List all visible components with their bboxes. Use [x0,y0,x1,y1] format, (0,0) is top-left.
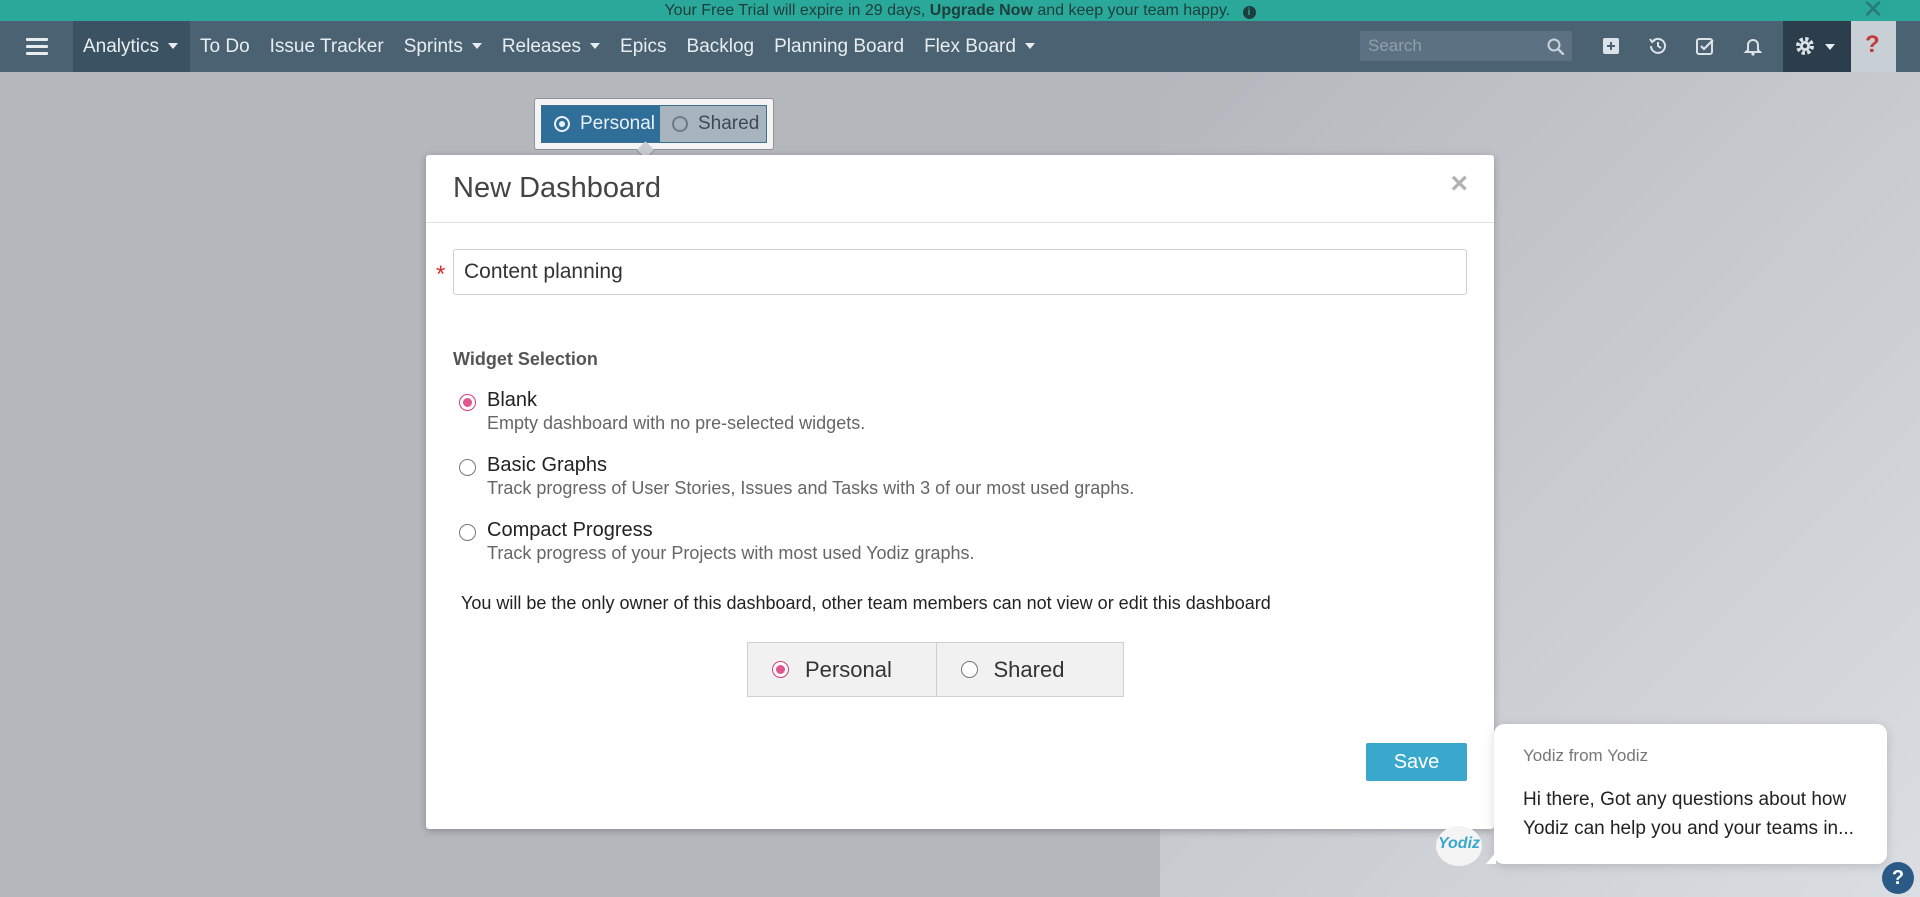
history-icon[interactable] [1647,35,1669,57]
chat-message-card[interactable]: Yodiz from Yodiz Hi there, Got any quest… [1486,724,1887,864]
chat-message: Hi there, Got any questions about how Yo… [1523,789,1854,839]
trial-banner-prefix: Your Free Trial will expire in 29 days, [664,2,926,19]
nav-item-planning-board[interactable]: Planning Board [764,21,914,72]
visibility-option-shared[interactable]: Shared [660,106,766,142]
share-option-shared[interactable]: Shared [935,643,1124,696]
widget-selection-heading: Widget Selection [453,349,598,369]
info-icon[interactable]: i [1242,6,1256,19]
help-icon: ? [1865,31,1880,58]
save-button[interactable]: Save [1366,743,1467,781]
nav-item-flex-board[interactable]: Flex Board [914,21,1045,72]
chevron-down-icon [1825,44,1835,50]
radio-checked-icon [772,661,789,678]
visibility-option-label: Personal [580,113,655,134]
upgrade-now-link[interactable]: Upgrade Now [930,2,1033,19]
share-toggle: Personal Shared [747,642,1124,697]
gear-icon [1796,37,1814,55]
settings-menu[interactable] [1783,21,1851,72]
dashboard-name-input[interactable] [453,249,1467,295]
trial-banner: Your Free Trial will expire in 29 days, … [0,0,1920,21]
modal-header: New Dashboard × [426,155,1494,223]
widget-option-desc: Empty dashboard with no pre-selected wid… [487,413,866,433]
banner-close-icon[interactable]: ✕ [1862,0,1884,22]
visibility-option-personal[interactable]: Personal [542,106,660,142]
nav-item-epics[interactable]: Epics [610,21,676,72]
nav-item-label: To Do [200,36,250,57]
nav-item-analytics[interactable]: Analytics [73,21,190,72]
search-input[interactable] [1360,31,1540,61]
visibility-toggle: Personal Shared [541,105,767,143]
nav-search [1360,31,1572,61]
share-option-personal[interactable]: Personal [748,643,936,696]
radio-unchecked-icon [672,116,688,132]
chevron-down-icon [168,43,179,49]
add-icon[interactable] [1600,35,1622,57]
help-fab-icon[interactable]: ? [1882,862,1914,894]
nav-item-label: Issue Tracker [269,36,384,57]
widget-option-label: Compact Progress [487,519,653,541]
nav-item-label: Sprints [403,36,463,57]
share-option-label: Personal [805,656,892,682]
radio-checked-icon [554,116,570,132]
nav-item-label: Analytics [83,36,160,57]
nav-item-label: Backlog [686,36,755,57]
modal-title: New Dashboard [453,172,661,204]
bell-icon[interactable] [1742,35,1764,57]
nav-item-issue-tracker[interactable]: Issue Tracker [260,21,394,72]
nav-item-label: Planning Board [774,36,905,57]
radio-unchecked-icon[interactable] [459,459,476,476]
nav-item-releases[interactable]: Releases [492,21,610,72]
widget-option-desc: Track progress of User Stories, Issues a… [487,478,1135,498]
yodiz-logo: Yodiz [1437,835,1481,852]
nav-item-backlog[interactable]: Backlog [677,21,765,72]
radio-unchecked-icon[interactable] [459,524,476,541]
nav-item-todo[interactable]: To Do [190,21,260,72]
widget-option-label: Blank [487,389,538,411]
trial-banner-suffix: and keep your team happy. [1037,2,1231,19]
hamburger-menu-icon[interactable] [0,21,73,72]
top-navbar: Analytics To Do Issue Tracker Sprints Re… [0,21,1920,72]
chat-avatar-logo[interactable]: Yodiz [1436,826,1482,866]
radio-unchecked-icon [960,661,978,678]
tasks-icon[interactable] [1694,35,1716,57]
chat-sender: Yodiz from Yodiz [1523,746,1649,765]
visibility-option-label: Shared [698,113,760,134]
chevron-down-icon [590,43,601,49]
nav-item-label: Releases [501,36,582,57]
widget-option-label: Basic Graphs [487,454,608,476]
visibility-popover: Personal Shared [534,98,774,150]
help-button[interactable]: ? [1851,21,1896,72]
search-icon[interactable] [1547,38,1564,55]
nav-item-sprints[interactable]: Sprints [394,21,492,72]
nav-item-label: Flex Board [924,36,1016,57]
close-icon[interactable]: × [1450,169,1468,199]
radio-checked-icon[interactable] [459,394,476,411]
required-marker: * [436,261,446,288]
nav-item-label: Epics [620,36,667,57]
chevron-down-icon [1024,43,1035,49]
share-option-label: Shared [993,656,1065,682]
new-dashboard-modal: New Dashboard × * Widget Selection Blank… [426,155,1494,829]
widget-option-desc: Track progress of your Projects with mos… [487,543,975,563]
owner-note: You will be the only owner of this dashb… [461,593,1271,613]
chevron-down-icon [471,43,482,49]
